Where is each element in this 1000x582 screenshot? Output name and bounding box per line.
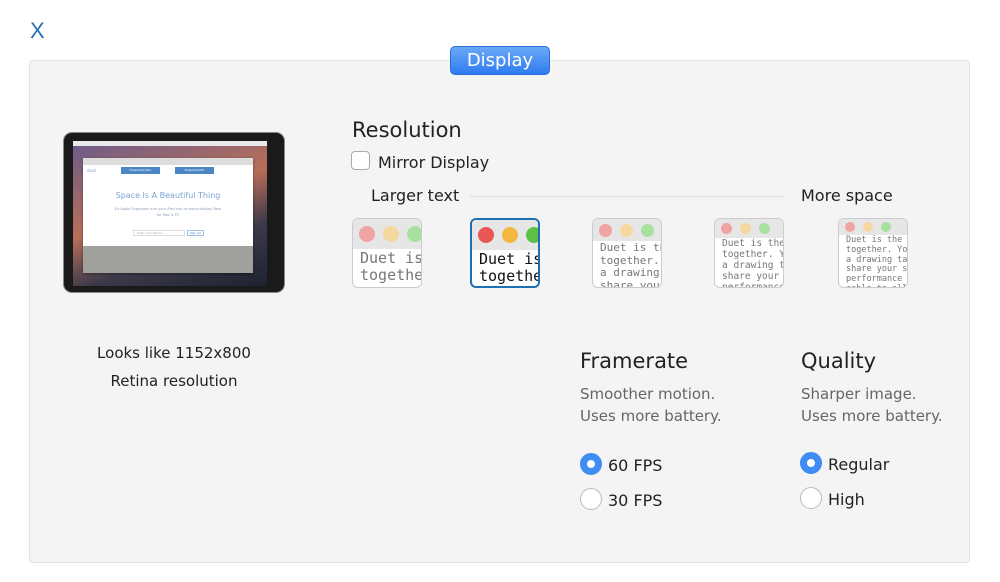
- close-button[interactable]: X: [30, 18, 45, 44]
- fps-60-label[interactable]: 60 FPS: [608, 456, 662, 475]
- resolution-scale-line: [470, 196, 784, 197]
- quality-high-radio[interactable]: [800, 487, 822, 509]
- thumb-titlebar: [472, 220, 538, 250]
- minimize-dot-icon: [740, 223, 751, 234]
- resolution-title: Resolution: [352, 118, 462, 142]
- resolution-option[interactable]: Duet is together a drawi: [470, 218, 540, 288]
- quality-regular-label[interactable]: Regular: [828, 455, 889, 474]
- close-dot-icon: [721, 223, 732, 234]
- resolution-option[interactable]: Duet is the be together. You a drawing t…: [838, 218, 908, 288]
- framerate-desc-line: Uses more battery.: [580, 407, 722, 425]
- preview-screen: duet Download Mac Download PC Space Is A…: [73, 141, 267, 286]
- close-dot-icon: [478, 227, 494, 243]
- ipad-preview: duet Download Mac Download PC Space Is A…: [63, 132, 285, 293]
- menu-bar: [73, 141, 267, 146]
- zoom-dot-icon: [759, 223, 770, 234]
- quality-high-label[interactable]: High: [828, 490, 865, 509]
- resolution-option[interactable]: Duet is the together. You a drawing ta s…: [714, 218, 784, 288]
- framerate-desc: Smoother motion. Uses more battery.: [580, 383, 722, 427]
- more-space-label: More space: [801, 186, 893, 205]
- minimize-dot-icon: [502, 227, 518, 243]
- thumb-titlebar: [715, 219, 783, 238]
- download-pc: Download PC: [175, 167, 214, 174]
- thumb-sample-text: Duet is the together. a drawing share yo…: [600, 241, 661, 288]
- quality-desc: Sharper image. Uses more battery.: [801, 383, 943, 427]
- site-subline: Ex Apple Engineers turn your iPad into a…: [115, 207, 221, 217]
- quality-desc-line: Uses more battery.: [801, 407, 943, 425]
- thumb-titlebar: [839, 219, 907, 235]
- zoom-dot-icon: [641, 223, 654, 237]
- quality-desc-line: Sharper image.: [801, 385, 917, 403]
- mirror-display-label[interactable]: Mirror Display: [378, 153, 489, 172]
- fps-60-radio[interactable]: [580, 453, 602, 475]
- thumb-sample-text: Duet is together a drawi: [479, 250, 538, 286]
- desktop-dock: [83, 246, 253, 273]
- tab-display[interactable]: Display: [450, 46, 550, 75]
- resolution-option[interactable]: Duet is the together. a drawing share yo…: [592, 218, 662, 288]
- minimize-dot-icon: [383, 226, 399, 242]
- thumb-titlebar: [353, 219, 421, 249]
- signup-button: Sign Up: [187, 230, 204, 236]
- zoom-dot-icon: [407, 226, 421, 242]
- framerate-title: Framerate: [580, 349, 689, 373]
- browser-window: duet Download Mac Download PC Space Is A…: [83, 158, 253, 273]
- resolution-option[interactable]: Duet is together: [352, 218, 422, 288]
- zoom-dot-icon: [881, 222, 891, 232]
- email-field: Enter Your Email...: [133, 230, 185, 236]
- site-headline: Space Is A Beautiful Thing: [115, 191, 221, 200]
- thumb-sample-text: Duet is the together. You a drawing ta s…: [722, 238, 784, 288]
- minimize-dot-icon: [863, 222, 873, 232]
- mirror-display-checkbox[interactable]: [351, 151, 370, 170]
- site-logo: duet: [87, 168, 97, 173]
- thumb-sample-text: Duet is the be together. You a drawing t…: [846, 235, 908, 287]
- framerate-desc-line: Smoother motion.: [580, 385, 716, 403]
- larger-text-label: Larger text: [371, 186, 460, 205]
- quality-regular-radio[interactable]: [800, 452, 822, 474]
- retina-text: Retina resolution: [110, 372, 238, 390]
- thumb-sample-text: Duet is together: [360, 249, 422, 285]
- thumb-titlebar: [593, 219, 661, 241]
- download-mac: Download Mac: [121, 167, 160, 174]
- quality-title: Quality: [801, 349, 877, 373]
- minimize-dot-icon: [620, 223, 633, 237]
- fps-30-label[interactable]: 30 FPS: [608, 491, 662, 510]
- looks-like-text: Looks like 1152x800: [97, 344, 251, 362]
- close-dot-icon: [845, 222, 855, 232]
- zoom-dot-icon: [526, 227, 538, 243]
- fps-30-radio[interactable]: [580, 488, 602, 510]
- close-dot-icon: [359, 226, 375, 242]
- window-titlebar: [83, 158, 253, 165]
- close-dot-icon: [599, 223, 612, 237]
